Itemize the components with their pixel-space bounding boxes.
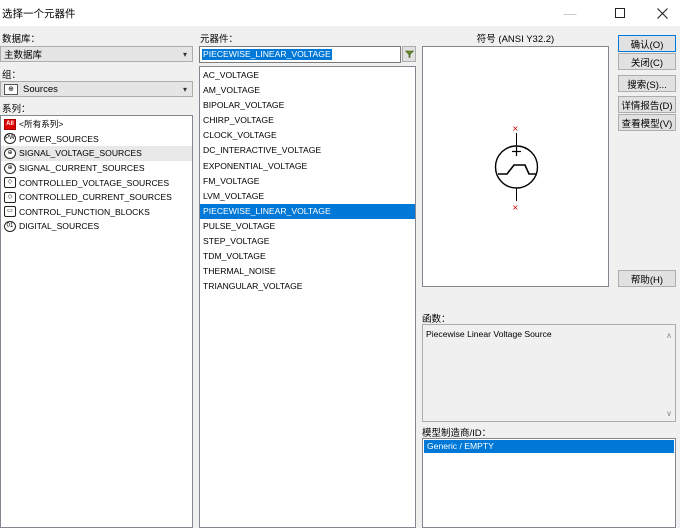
component-list-item[interactable]: EXPONENTIAL_VOLTAGE	[200, 159, 415, 174]
family-item-label: DIGITAL_SOURCES	[19, 221, 100, 232]
component-list-item[interactable]: TDM_VOLTAGE	[200, 249, 415, 264]
group-combobox[interactable]: ⊕ Sources ▾	[0, 81, 193, 97]
svg-text:×: ×	[512, 124, 519, 133]
close-button[interactable]: 关闭(C)	[618, 53, 676, 70]
component-list-item[interactable]: DC_INTERACTIVE_VOLTAGE	[200, 143, 415, 158]
component-list-item[interactable]: LVM_VOLTAGE	[200, 189, 415, 204]
family-listbox[interactable]: All <所有系列> PW POWER_SOURCES ⊕ SIGNAL_VOL…	[0, 115, 193, 528]
family-item-label: CONTROL_FUNCTION_BLOCKS	[19, 206, 150, 217]
symbol-preview: × ×	[422, 46, 609, 287]
family-item-label: CONTROLLED_CURRENT_SOURCES	[19, 192, 172, 203]
detail-report-button[interactable]: 详情报告(D)	[618, 96, 676, 113]
component-list-item[interactable]: CLOCK_VOLTAGE	[200, 128, 415, 143]
component-list-item[interactable]: AC_VOLTAGE	[200, 68, 415, 83]
family-item-label: CONTROLLED_VOLTAGE_SOURCES	[19, 177, 170, 188]
family-item-signal-current-sources[interactable]: ⊕ SIGNAL_CURRENT_SOURCES	[1, 161, 192, 176]
family-item-label: SIGNAL_CURRENT_SOURCES	[19, 163, 145, 174]
chevron-down-icon: ▾	[182, 84, 187, 94]
family-item-label: SIGNAL_VOLTAGE_SOURCES	[19, 148, 142, 159]
family-item-label: <所有系列>	[19, 119, 64, 130]
filter-icon	[404, 50, 414, 58]
model-item[interactable]: Generic / EMPTY	[424, 440, 674, 453]
controlled-voltage-icon: ◇	[4, 177, 16, 189]
component-list-item[interactable]: CHIRP_VOLTAGE	[200, 113, 415, 128]
component-input-value: PIECEWISE_LINEAR_VOLTAGE	[202, 49, 332, 60]
component-list-item[interactable]: BIPOLAR_VOLTAGE	[200, 98, 415, 113]
component-input[interactable]: PIECEWISE_LINEAR_VOLTAGE	[199, 46, 401, 63]
search-button[interactable]: 搜索(S)...	[618, 75, 676, 92]
family-item-controlled-current-sources[interactable]: ◇ CONTROLLED_CURRENT_SOURCES	[1, 190, 192, 205]
function-label: 函数：	[422, 314, 451, 325]
digital-sources-icon: 01	[4, 220, 16, 232]
close-icon[interactable]	[640, 0, 680, 26]
component-list-item[interactable]: STEP_VOLTAGE	[200, 234, 415, 249]
window-title: 选择一个元器件	[2, 8, 76, 20]
function-box: Piecewise Linear Voltage Source ∧ ∨	[422, 324, 676, 422]
family-item-label: POWER_SOURCES	[19, 133, 99, 144]
group-value: Sources	[23, 83, 58, 95]
sources-group-icon: ⊕	[4, 83, 18, 95]
family-item-all[interactable]: All <所有系列>	[1, 117, 192, 132]
family-item-digital-sources[interactable]: 01 DIGITAL_SOURCES	[1, 219, 192, 234]
power-sources-icon: PW	[4, 133, 16, 145]
all-families-icon: All	[4, 118, 16, 130]
scroll-down-icon[interactable]: ∨	[666, 409, 672, 418]
family-label: 系列：	[2, 104, 31, 115]
family-item-control-function-blocks[interactable]: ▭ CONTROL_FUNCTION_BLOCKS	[1, 205, 192, 220]
maximize-icon[interactable]	[598, 0, 642, 26]
component-label: 元器件：	[200, 34, 239, 45]
maximize-glyph	[615, 8, 625, 18]
component-list: AC_VOLTAGE AM_VOLTAGE BIPOLAR_VOLTAGE CHIRP…	[200, 67, 415, 294]
signal-voltage-icon: ⊕	[4, 147, 16, 159]
svg-text:×: ×	[512, 203, 519, 212]
component-list-item[interactable]: FM_VOLTAGE	[200, 174, 415, 189]
component-list-item[interactable]: AM_VOLTAGE	[200, 83, 415, 98]
chevron-down-icon: ▾	[182, 49, 187, 59]
component-listbox[interactable]: AC_VOLTAGE AM_VOLTAGE BIPOLAR_VOLTAGE CHIRP…	[199, 66, 416, 528]
component-list-item[interactable]: PULSE_VOLTAGE	[200, 219, 415, 234]
controlled-current-icon: ◇	[4, 191, 16, 203]
family-item-controlled-voltage-sources[interactable]: ◇ CONTROLLED_VOLTAGE_SOURCES	[1, 175, 192, 190]
database-value: 主数据库	[4, 50, 43, 61]
title-bar: 选择一个元器件 —	[0, 0, 680, 26]
model-label: 模型制造商/ID：	[422, 428, 492, 439]
model-listbox[interactable]: Generic / EMPTY	[422, 438, 676, 528]
view-model-button[interactable]: 查看模型(V)	[618, 114, 676, 131]
signal-current-icon: ⊕	[4, 162, 16, 174]
filter-button[interactable]	[402, 46, 416, 62]
database-label: 数据库：	[2, 34, 41, 45]
family-item-signal-voltage-sources[interactable]: ⊕ SIGNAL_VOLTAGE_SOURCES	[1, 146, 192, 161]
pwl-voltage-source-symbol: × ×	[494, 124, 539, 212]
family-list: All <所有系列> PW POWER_SOURCES ⊕ SIGNAL_VOL…	[1, 116, 192, 234]
function-text: Piecewise Linear Voltage Source	[426, 329, 552, 339]
help-button[interactable]: 帮助(H)	[618, 270, 676, 287]
family-item-power-sources[interactable]: PW POWER_SOURCES	[1, 132, 192, 147]
symbol-label: 符号 (ANSI Y32.2)	[476, 34, 555, 45]
component-list-item[interactable]: PIECEWISE_LINEAR_VOLTAGE	[200, 203, 415, 219]
scroll-up-icon[interactable]: ∧	[666, 331, 672, 340]
group-label: 组：	[2, 70, 22, 81]
close-glyph	[656, 7, 668, 19]
database-combobox[interactable]: 主数据库 ▾	[0, 46, 193, 62]
ok-button[interactable]: 确认(O)	[618, 35, 676, 52]
minimize-icon[interactable]: —	[548, 0, 592, 26]
component-list-item[interactable]: THERMAL_NOISE	[200, 264, 415, 279]
component-list-item[interactable]: TRIANGULAR_VOLTAGE	[200, 279, 415, 294]
control-function-icon: ▭	[4, 206, 16, 218]
